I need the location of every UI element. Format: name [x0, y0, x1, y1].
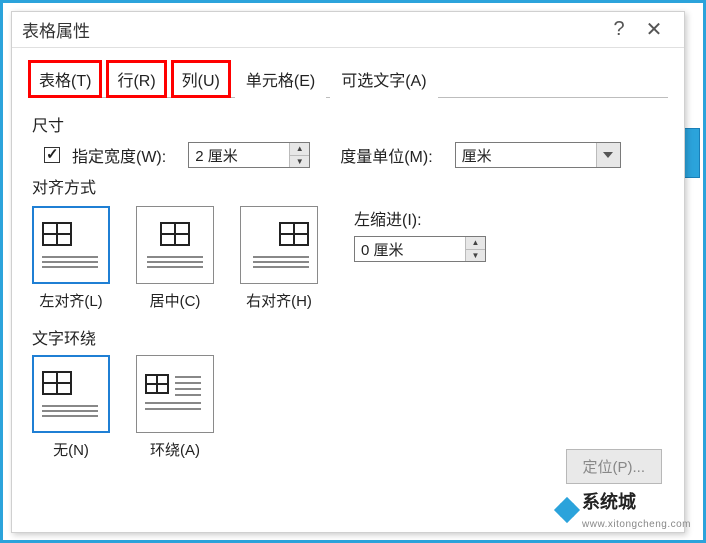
left-indent-spinbox[interactable]: 0 厘米 ▲▼	[354, 236, 486, 262]
align-right-option[interactable]: 右对齐(H)	[240, 206, 318, 311]
width-value[interactable]: 2 厘米	[189, 143, 289, 167]
watermark: 系统城 www.xitongcheng.com	[556, 488, 691, 532]
width-spinbox[interactable]: 2 厘米 ▲▼	[188, 142, 310, 168]
left-indent-label: 左缩进(I):	[354, 206, 486, 230]
watermark-logo-icon	[556, 499, 578, 521]
specify-width-checkbox[interactable]	[44, 147, 60, 163]
left-indent-group: 左缩进(I): 0 厘米 ▲▼	[354, 206, 486, 262]
watermark-sub: www.xitongcheng.com	[582, 519, 691, 530]
align-center-option[interactable]: 居中(C)	[136, 206, 214, 311]
align-group-label: 对齐方式	[32, 174, 664, 198]
align-center-label: 居中(C)	[150, 290, 201, 311]
tab-cell[interactable]: 单元格(E)	[235, 60, 326, 98]
wrap-around-label: 环绕(A)	[150, 439, 200, 460]
position-button[interactable]: 定位(P)...	[566, 449, 663, 484]
align-left-label: 左对齐(L)	[39, 290, 102, 311]
align-left-option[interactable]: 左对齐(L)	[32, 206, 110, 311]
titlebar: 表格属性 ? ✕	[12, 12, 684, 48]
tab-table[interactable]: 表格(T)	[28, 60, 102, 98]
left-indent-value[interactable]: 0 厘米	[355, 237, 465, 261]
watermark-brand: 系统城	[582, 492, 636, 512]
table-icon	[42, 371, 72, 395]
wrap-none-label: 无(N)	[53, 439, 89, 460]
wrap-none-option[interactable]: 无(N)	[32, 355, 110, 460]
unit-dropdown-icon[interactable]	[596, 143, 620, 167]
left-indent-arrows[interactable]: ▲▼	[465, 237, 485, 261]
table-icon	[160, 222, 190, 246]
wrap-around-icon	[145, 374, 201, 414]
specify-width-label: 指定宽度(W):	[72, 143, 166, 167]
width-spin-arrows[interactable]: ▲▼	[289, 143, 309, 167]
right-edge-stub	[684, 128, 700, 178]
table-icon	[42, 222, 72, 246]
unit-combo[interactable]: 厘米	[455, 142, 621, 168]
tab-column[interactable]: 列(U)	[171, 60, 231, 98]
tab-row[interactable]: 行(R)	[106, 60, 166, 98]
table-icon	[279, 222, 309, 246]
tab-alttext[interactable]: 可选文字(A)	[330, 60, 437, 98]
wrap-around-option[interactable]: 环绕(A)	[136, 355, 214, 460]
align-right-label: 右对齐(H)	[246, 290, 312, 311]
unit-label: 度量单位(M):	[340, 143, 432, 167]
table-properties-dialog: 表格属性 ? ✕ 表格(T) 行(R) 列(U) 单元格(E) 可选文字(A) …	[11, 11, 685, 533]
wrap-group-label: 文字环绕	[32, 325, 664, 349]
size-group-label: 尺寸	[32, 112, 664, 136]
unit-value: 厘米	[456, 143, 596, 167]
tab-strip: 表格(T) 行(R) 列(U) 单元格(E) 可选文字(A)	[12, 48, 684, 98]
help-button[interactable]: ?	[604, 18, 634, 41]
dialog-title: 表格属性	[22, 17, 604, 42]
close-button[interactable]: ✕	[634, 17, 674, 42]
